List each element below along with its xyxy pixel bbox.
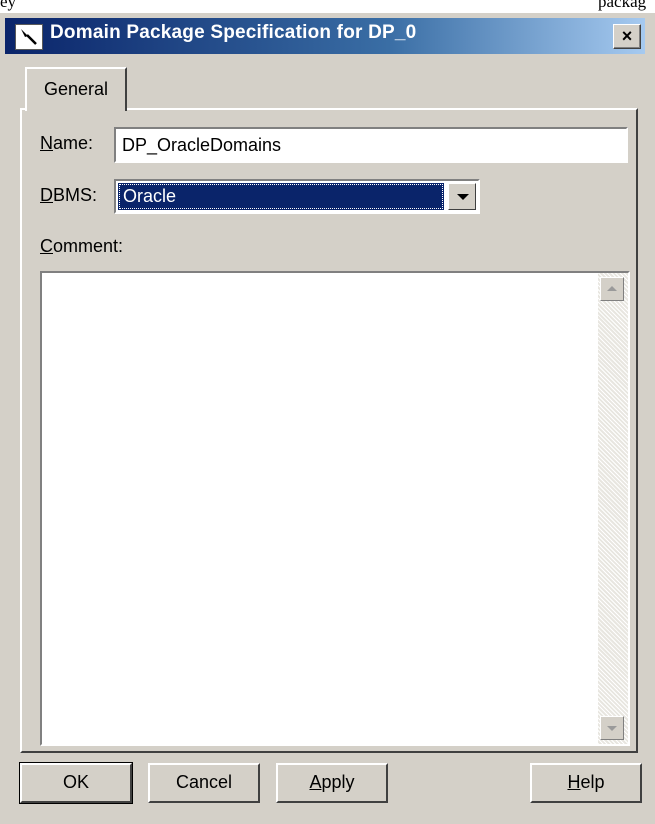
scroll-down-button[interactable] — [600, 716, 624, 740]
dropdown-button[interactable] — [448, 183, 476, 210]
dbms-label: DBMS: — [40, 185, 98, 205]
ok-button[interactable]: OK — [19, 762, 133, 804]
domain-package-dialog: Domain Package Specification for DP_0 × … — [0, 13, 655, 824]
background-text-left: ey — [0, 0, 17, 11]
close-icon: × — [621, 26, 633, 46]
comment-label: Comment: — [40, 236, 124, 256]
cancel-button[interactable]: Cancel — [148, 763, 260, 803]
pen-cursor-icon — [15, 24, 43, 50]
comment-textarea[interactable] — [40, 271, 630, 746]
background-text-right: packag — [598, 0, 647, 11]
tab-general[interactable]: General — [25, 67, 127, 111]
help-button[interactable]: Help — [530, 763, 642, 803]
dbms-select[interactable]: Oracle — [114, 179, 480, 214]
apply-button[interactable]: Apply — [276, 763, 388, 803]
name-label: Name: — [40, 133, 94, 153]
close-button[interactable]: × — [613, 24, 641, 49]
title-bar[interactable]: Domain Package Specification for DP_0 × — [5, 18, 645, 54]
name-field[interactable]: DP_OracleDomains — [114, 127, 628, 163]
comment-scrollbar[interactable] — [598, 273, 628, 744]
background-document-text: ey packag — [0, 0, 655, 12]
dbms-selected-value[interactable]: Oracle — [118, 183, 444, 210]
dialog-title: Domain Package Specification for DP_0 — [50, 22, 417, 43]
scroll-up-button[interactable] — [600, 277, 624, 301]
